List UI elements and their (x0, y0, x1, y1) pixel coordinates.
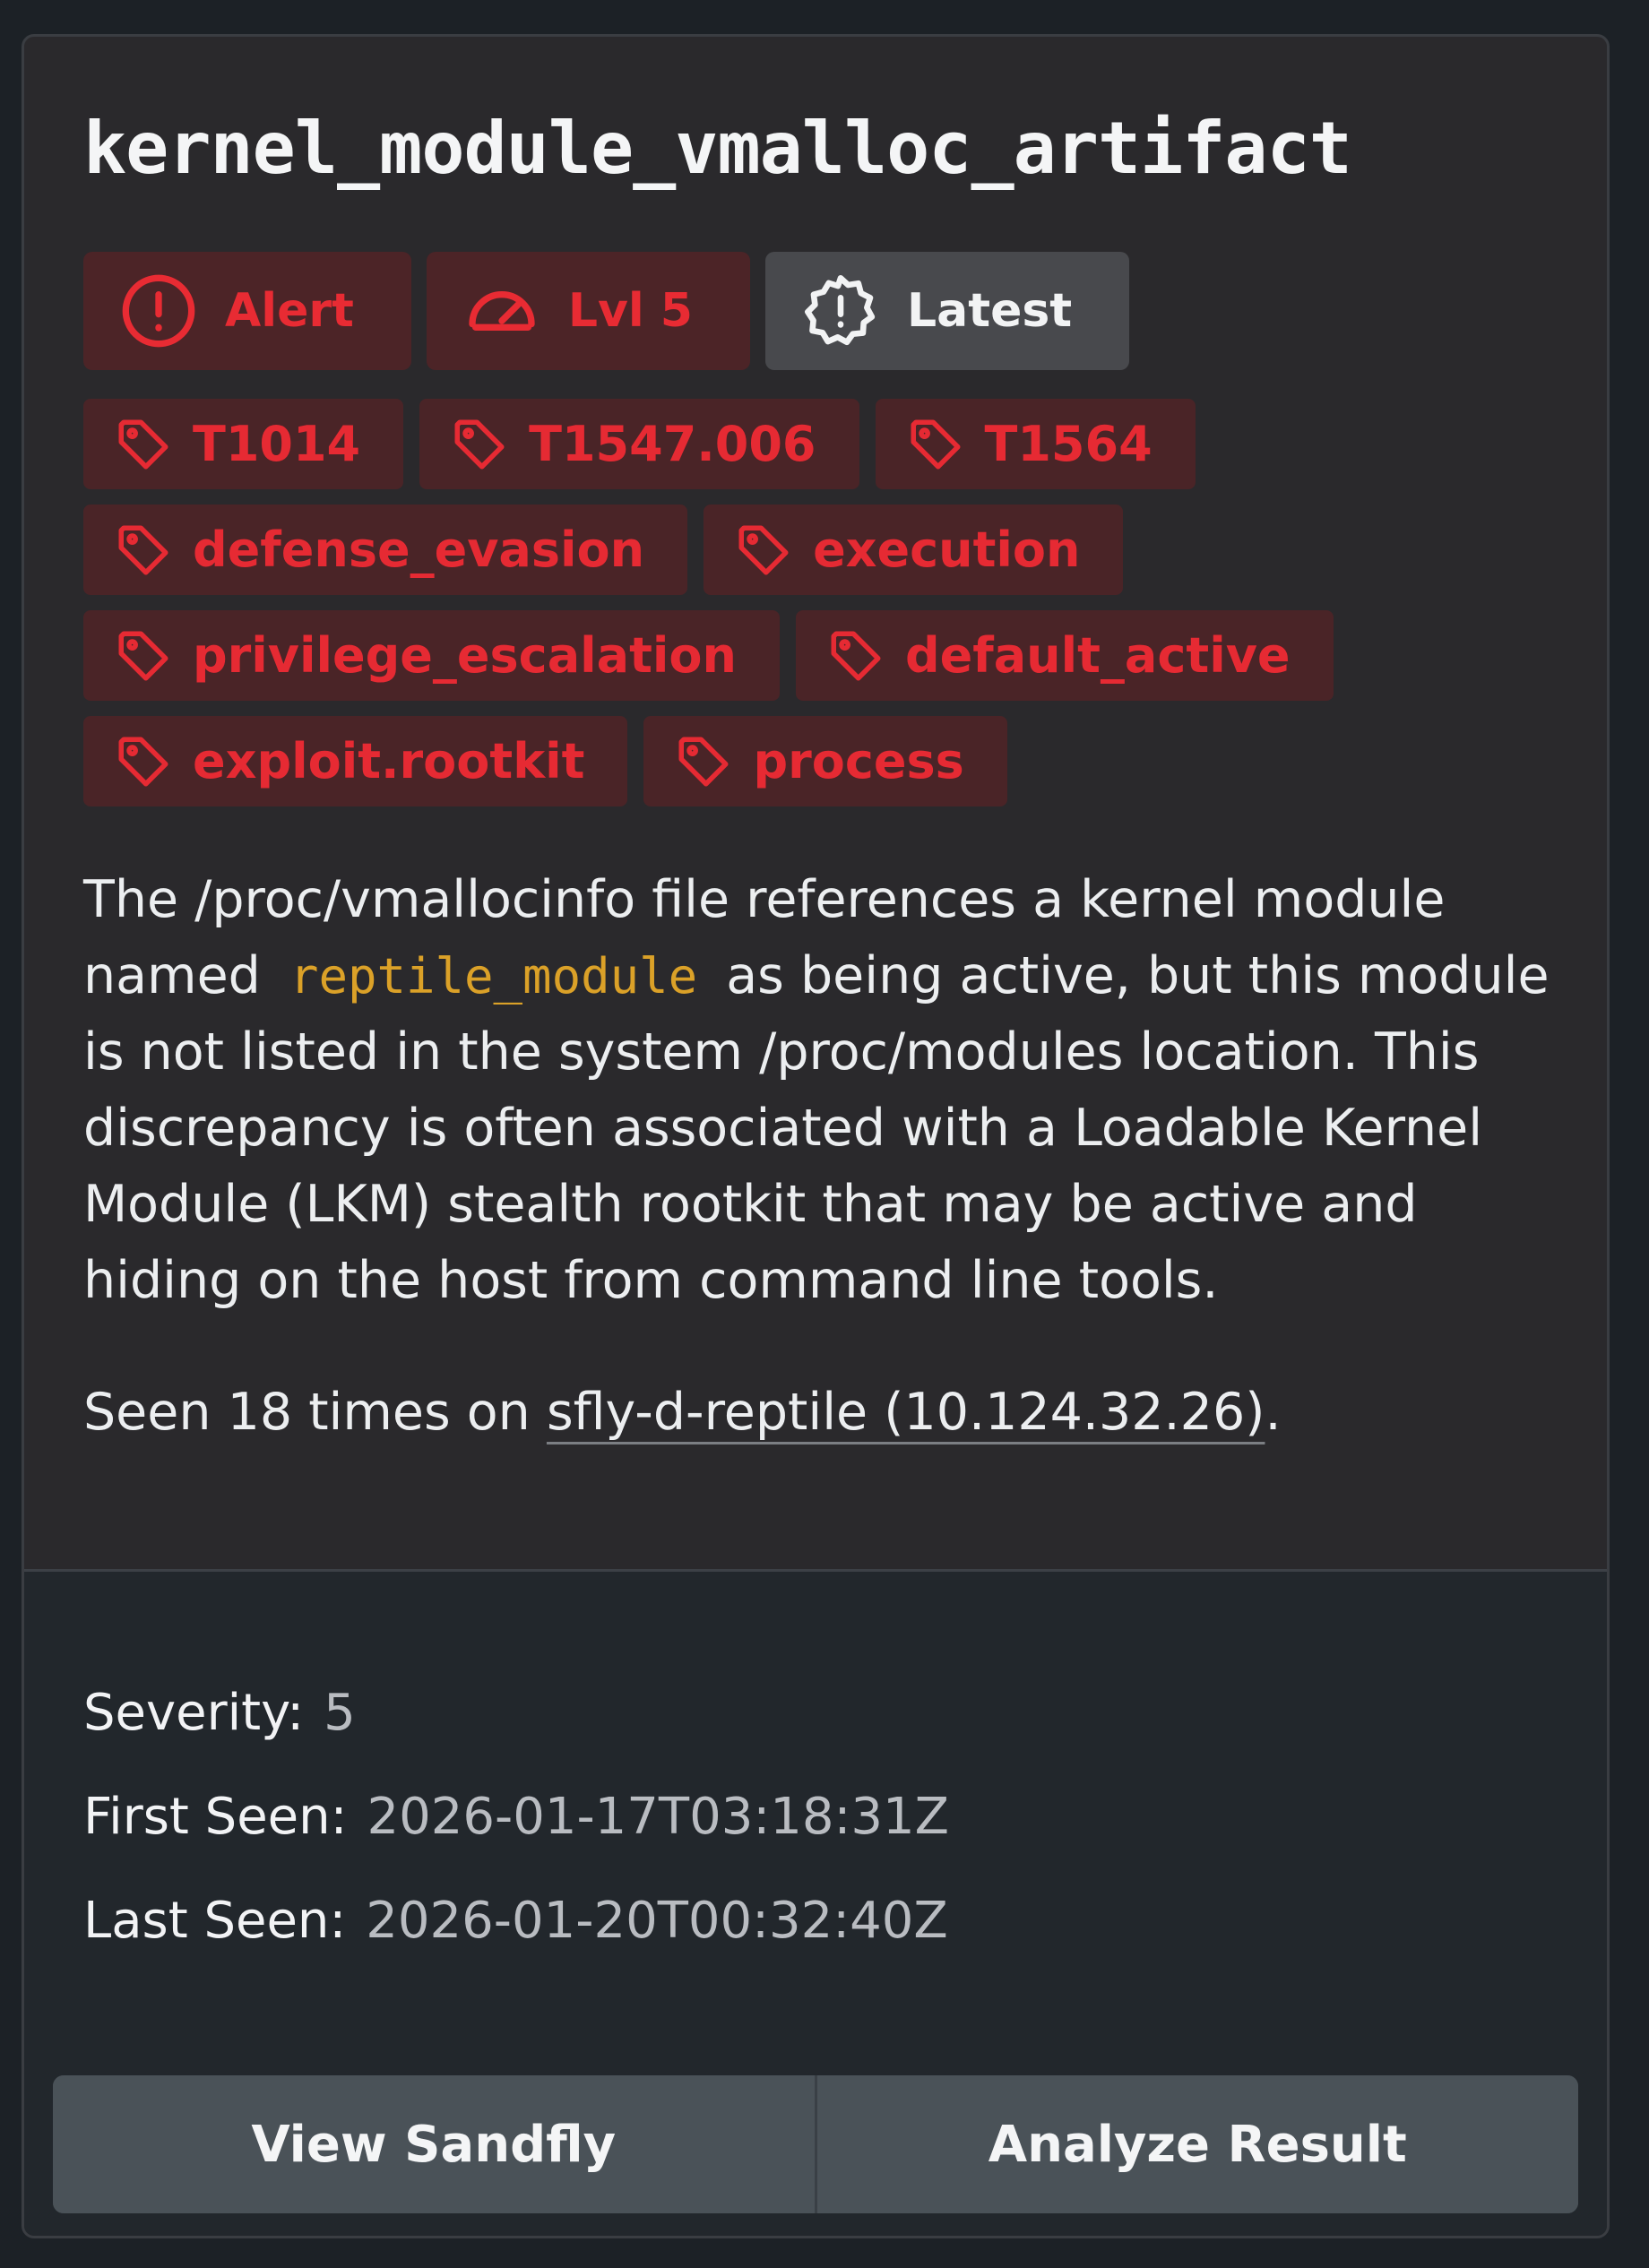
card-header: kernel_module_vmalloc_artifact Alert Lvl… (24, 37, 1607, 1569)
card-footer: Severity: 5 First Seen: 2026-01-17T03:18:3… (24, 1569, 1607, 2236)
seen-summary: Seen 18 times on sfly-d-reptile (10.124.… (83, 1375, 1548, 1451)
tag-icon (738, 525, 789, 574)
tag-icon (831, 631, 881, 680)
meta-list: Severity: 5 First Seen: 2026-01-17T03:18:3… (83, 1661, 949, 1973)
seen-prefix: Seen 18 times on (83, 1383, 531, 1442)
host-link[interactable]: sfly-d-reptile (10.124.32.26) (547, 1383, 1265, 1442)
tag-icon (118, 737, 168, 786)
tag-label: process (753, 733, 964, 789)
status-badges: Alert Lvl 5 Latest (83, 252, 1548, 370)
tag-chip[interactable]: privilege_escalation (83, 610, 780, 701)
tag-label: T1547.006 (529, 416, 816, 472)
last-seen-value: 2026-01-20T00:32:40Z (366, 1892, 948, 1950)
latest-badge-label: Latest (906, 284, 1073, 338)
badge-alert-icon (805, 275, 876, 346)
tag-label: T1014 (193, 416, 361, 472)
description: The /proc/vmallocinfo file references a … (83, 862, 1589, 1319)
severity-value: 5 (324, 1684, 356, 1742)
first-seen-row: First Seen: 2026-01-17T03:18:31Z (83, 1765, 949, 1869)
result-card: kernel_module_vmalloc_artifact Alert Lvl… (22, 34, 1610, 2238)
tag-chip[interactable]: T1547.006 (419, 399, 859, 489)
alert-badge-label: Alert (225, 284, 354, 338)
tag-label: execution (813, 522, 1081, 578)
tag-chip[interactable]: T1564 (875, 399, 1196, 489)
action-bar: View Sandfly Analyze Result (53, 2075, 1578, 2213)
last-seen-label: Last Seen: (83, 1892, 347, 1950)
tag-label: default_active (904, 627, 1291, 684)
gauge-icon (469, 291, 535, 331)
alert-circle-icon (122, 274, 195, 348)
tag-list: T1014 T1547.006 T1564 defense_evasion execut… (83, 399, 1607, 806)
tag-icon (118, 525, 168, 574)
tag-chip[interactable]: exploit.rootkit (83, 716, 628, 806)
first-seen-label: First Seen: (83, 1788, 348, 1846)
tag-icon (454, 419, 505, 469)
module-name: reptile_module (289, 948, 698, 1005)
tag-chip[interactable]: T1014 (83, 399, 404, 489)
tag-icon (911, 419, 961, 469)
last-seen-row: Last Seen: 2026-01-20T00:32:40Z (83, 1869, 949, 1973)
tag-chip[interactable]: defense_evasion (83, 504, 688, 595)
tag-icon (118, 631, 168, 680)
first-seen-value: 2026-01-17T03:18:31Z (367, 1788, 949, 1846)
tag-label: defense_evasion (193, 522, 645, 578)
tag-chip[interactable]: process (643, 716, 1007, 806)
latest-badge: Latest (764, 252, 1130, 370)
level-badge-label: Lvl 5 (567, 284, 693, 338)
level-badge: Lvl 5 (426, 252, 750, 370)
severity-label: Severity: (83, 1684, 305, 1742)
tag-label: privilege_escalation (193, 627, 737, 684)
tag-label: exploit.rootkit (193, 733, 585, 789)
tag-icon (118, 419, 168, 469)
seen-suffix: . (1265, 1383, 1282, 1442)
tag-chip[interactable]: execution (704, 504, 1124, 595)
alert-badge: Alert (83, 252, 411, 370)
tag-icon (678, 737, 729, 786)
result-title: kernel_module_vmalloc_artifact (83, 107, 1352, 190)
severity-row: Severity: 5 (83, 1661, 949, 1765)
analyze-result-button[interactable]: Analyze Result (814, 2075, 1578, 2213)
tag-label: T1564 (984, 416, 1153, 472)
tag-chip[interactable]: default_active (795, 610, 1334, 701)
view-sandfly-button[interactable]: View Sandfly (53, 2075, 815, 2213)
